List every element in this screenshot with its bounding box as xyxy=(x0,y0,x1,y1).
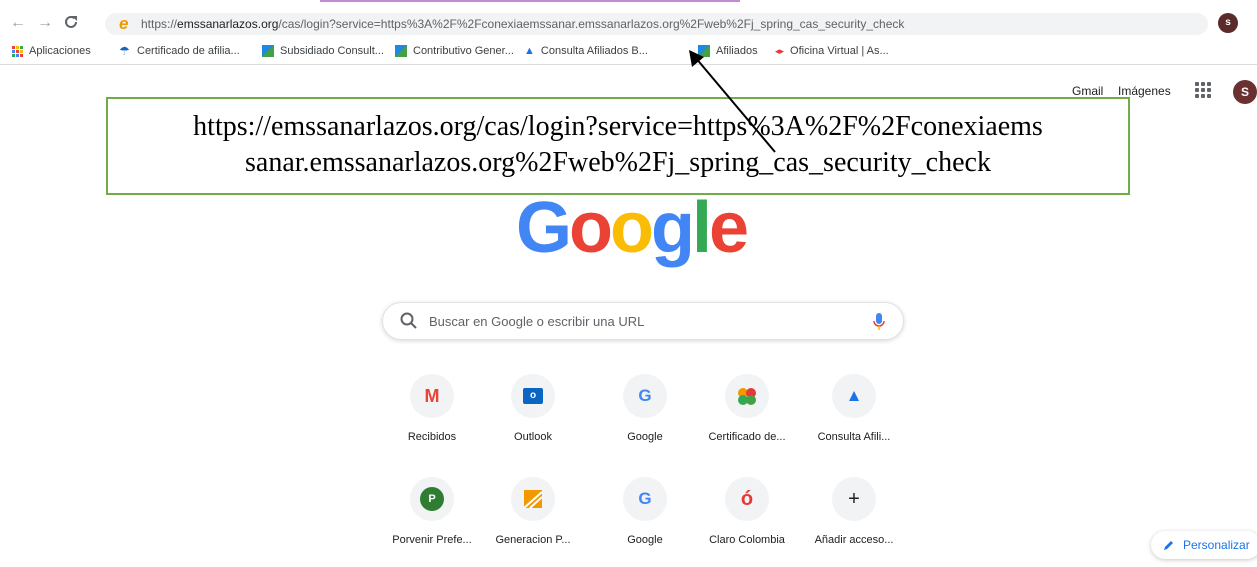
back-arrow-icon[interactable]: ← xyxy=(10,13,26,33)
bookmark-oficina-virtual[interactable]: ◂▸ Oficina Virtual | As... xyxy=(775,45,889,57)
shortcut-label: Añadir acceso... xyxy=(814,534,894,546)
shortcut-label: Porvenir Prefe... xyxy=(392,534,472,546)
google-apps-icon[interactable] xyxy=(1195,82,1211,98)
microphone-icon[interactable] xyxy=(873,312,885,332)
callout-line-1: https://emssanarlazos.org/cas/login?serv… xyxy=(193,111,1043,142)
stairs-icon xyxy=(698,45,710,57)
personalize-label: Personalizar xyxy=(1183,538,1250,552)
bookmark-consulta[interactable]: ▲ Consulta Afiliados B... xyxy=(524,45,648,57)
triangle-icon: ▲ xyxy=(524,45,535,57)
google-logo: Google xyxy=(516,186,749,270)
images-link[interactable]: Imágenes xyxy=(1118,84,1171,98)
shortcut-generacion[interactable]: Generacion P... xyxy=(485,477,581,567)
google-g-icon: G xyxy=(623,477,667,521)
bookmark-label: Consulta Afiliados B... xyxy=(540,45,648,57)
search-placeholder: Buscar en Google o escribir una URL xyxy=(429,314,645,329)
shortcut-certificado[interactable]: Certificado de... xyxy=(699,374,795,464)
browser-profile-button[interactable]: s xyxy=(1218,13,1238,33)
personalize-button[interactable]: Personalizar xyxy=(1151,531,1257,559)
logo-letter: g xyxy=(650,188,695,268)
shortcut-label: Generacion P... xyxy=(495,534,571,546)
shortcut-label: Google xyxy=(627,534,663,546)
shortcut-label: Google xyxy=(627,431,663,443)
forward-arrow-icon[interactable]: → xyxy=(37,13,53,33)
triangle-logo-icon: ▲ xyxy=(832,374,876,418)
toolbar-divider xyxy=(0,64,1257,65)
url-callout-box: https://emssanarlazos.org/cas/login?serv… xyxy=(106,97,1130,195)
search-icon xyxy=(400,312,417,329)
reload-icon[interactable] xyxy=(63,14,79,36)
account-avatar[interactable]: S xyxy=(1233,80,1257,104)
browser-toolbar: ← → e https://emssanarlazos.org/cas/logi… xyxy=(0,9,1257,37)
bookmark-label: Certificado de afilia... xyxy=(137,45,240,57)
address-bar[interactable]: e https://emssanarlazos.org/cas/login?se… xyxy=(105,13,1208,35)
claro-logo-icon: ó xyxy=(725,477,769,521)
shortcut-recibidos[interactable]: M Recibidos xyxy=(384,374,480,464)
umbrella-icon: ☂ xyxy=(119,44,130,58)
logo-letter: o xyxy=(610,188,654,268)
plus-icon: + xyxy=(832,477,876,521)
logo-letter: G xyxy=(516,188,572,268)
shortcut-claro[interactable]: ó Claro Colombia xyxy=(699,477,795,567)
shortcut-consulta[interactable]: ▲ Consulta Afili... xyxy=(806,374,902,464)
logo-letter: e xyxy=(708,188,749,268)
bookmark-label: Subsidiado Consult... xyxy=(280,45,384,57)
certificado-logo-icon xyxy=(725,374,769,418)
tab-strip-edge xyxy=(320,0,740,2)
bookmark-label: Oficina Virtual | As... xyxy=(790,45,889,57)
callout-arrow xyxy=(689,50,776,153)
shortcut-google-2[interactable]: G Google xyxy=(597,477,693,567)
stairs-icon xyxy=(395,45,407,57)
google-g-icon: G xyxy=(623,374,667,418)
bookmark-contributivo[interactable]: Contributivo Gener... xyxy=(395,45,514,57)
porvenir-icon: P xyxy=(410,477,454,521)
bookmark-label: Aplicaciones xyxy=(29,45,91,57)
gmail-icon: M xyxy=(410,374,454,418)
search-box[interactable]: Buscar en Google o escribir una URL xyxy=(382,302,904,340)
callout-line-2: sanar.emssanarlazos.org%2Fweb%2Fj_spring… xyxy=(245,147,991,178)
shortcut-label: Outlook xyxy=(514,431,552,443)
logo-letter: o xyxy=(569,188,613,268)
shortcut-label: Consulta Afili... xyxy=(817,431,891,443)
bookmark-certificado[interactable]: ☂ Certificado de afilia... xyxy=(119,45,240,57)
url-text[interactable]: https://emssanarlazos.org/cas/login?serv… xyxy=(141,17,904,31)
shortcut-label: Recibidos xyxy=(407,431,457,443)
bookmark-label: Contributivo Gener... xyxy=(413,45,514,57)
bookmark-afiliados[interactable]: Afiliados xyxy=(698,45,758,57)
generacion-logo-icon xyxy=(511,477,555,521)
shortcut-google[interactable]: G Google xyxy=(597,374,693,464)
shortcut-label: Claro Colombia xyxy=(709,534,785,546)
logo-letter: l xyxy=(691,188,712,268)
shortcut-add[interactable]: + Añadir acceso... xyxy=(806,477,902,567)
gmail-link[interactable]: Gmail xyxy=(1072,84,1103,98)
shortcut-label: Certificado de... xyxy=(708,431,786,443)
bookmarks-bar: Aplicaciones ☂ Certificado de afilia... … xyxy=(0,41,1257,63)
outlook-icon: o xyxy=(511,374,555,418)
oficina-logo-icon: ◂▸ xyxy=(775,45,785,56)
pencil-icon xyxy=(1164,541,1173,550)
shortcut-outlook[interactable]: o Outlook xyxy=(485,374,581,464)
site-e-icon: e xyxy=(119,14,129,33)
stairs-icon xyxy=(262,45,274,57)
apps-grid-icon xyxy=(12,45,23,57)
shortcut-porvenir[interactable]: P Porvenir Prefe... xyxy=(384,477,480,567)
bookmark-label: Afiliados xyxy=(716,45,758,57)
bookmark-subsidiado[interactable]: Subsidiado Consult... xyxy=(262,45,384,57)
bookmark-apps[interactable]: Aplicaciones xyxy=(12,45,91,57)
